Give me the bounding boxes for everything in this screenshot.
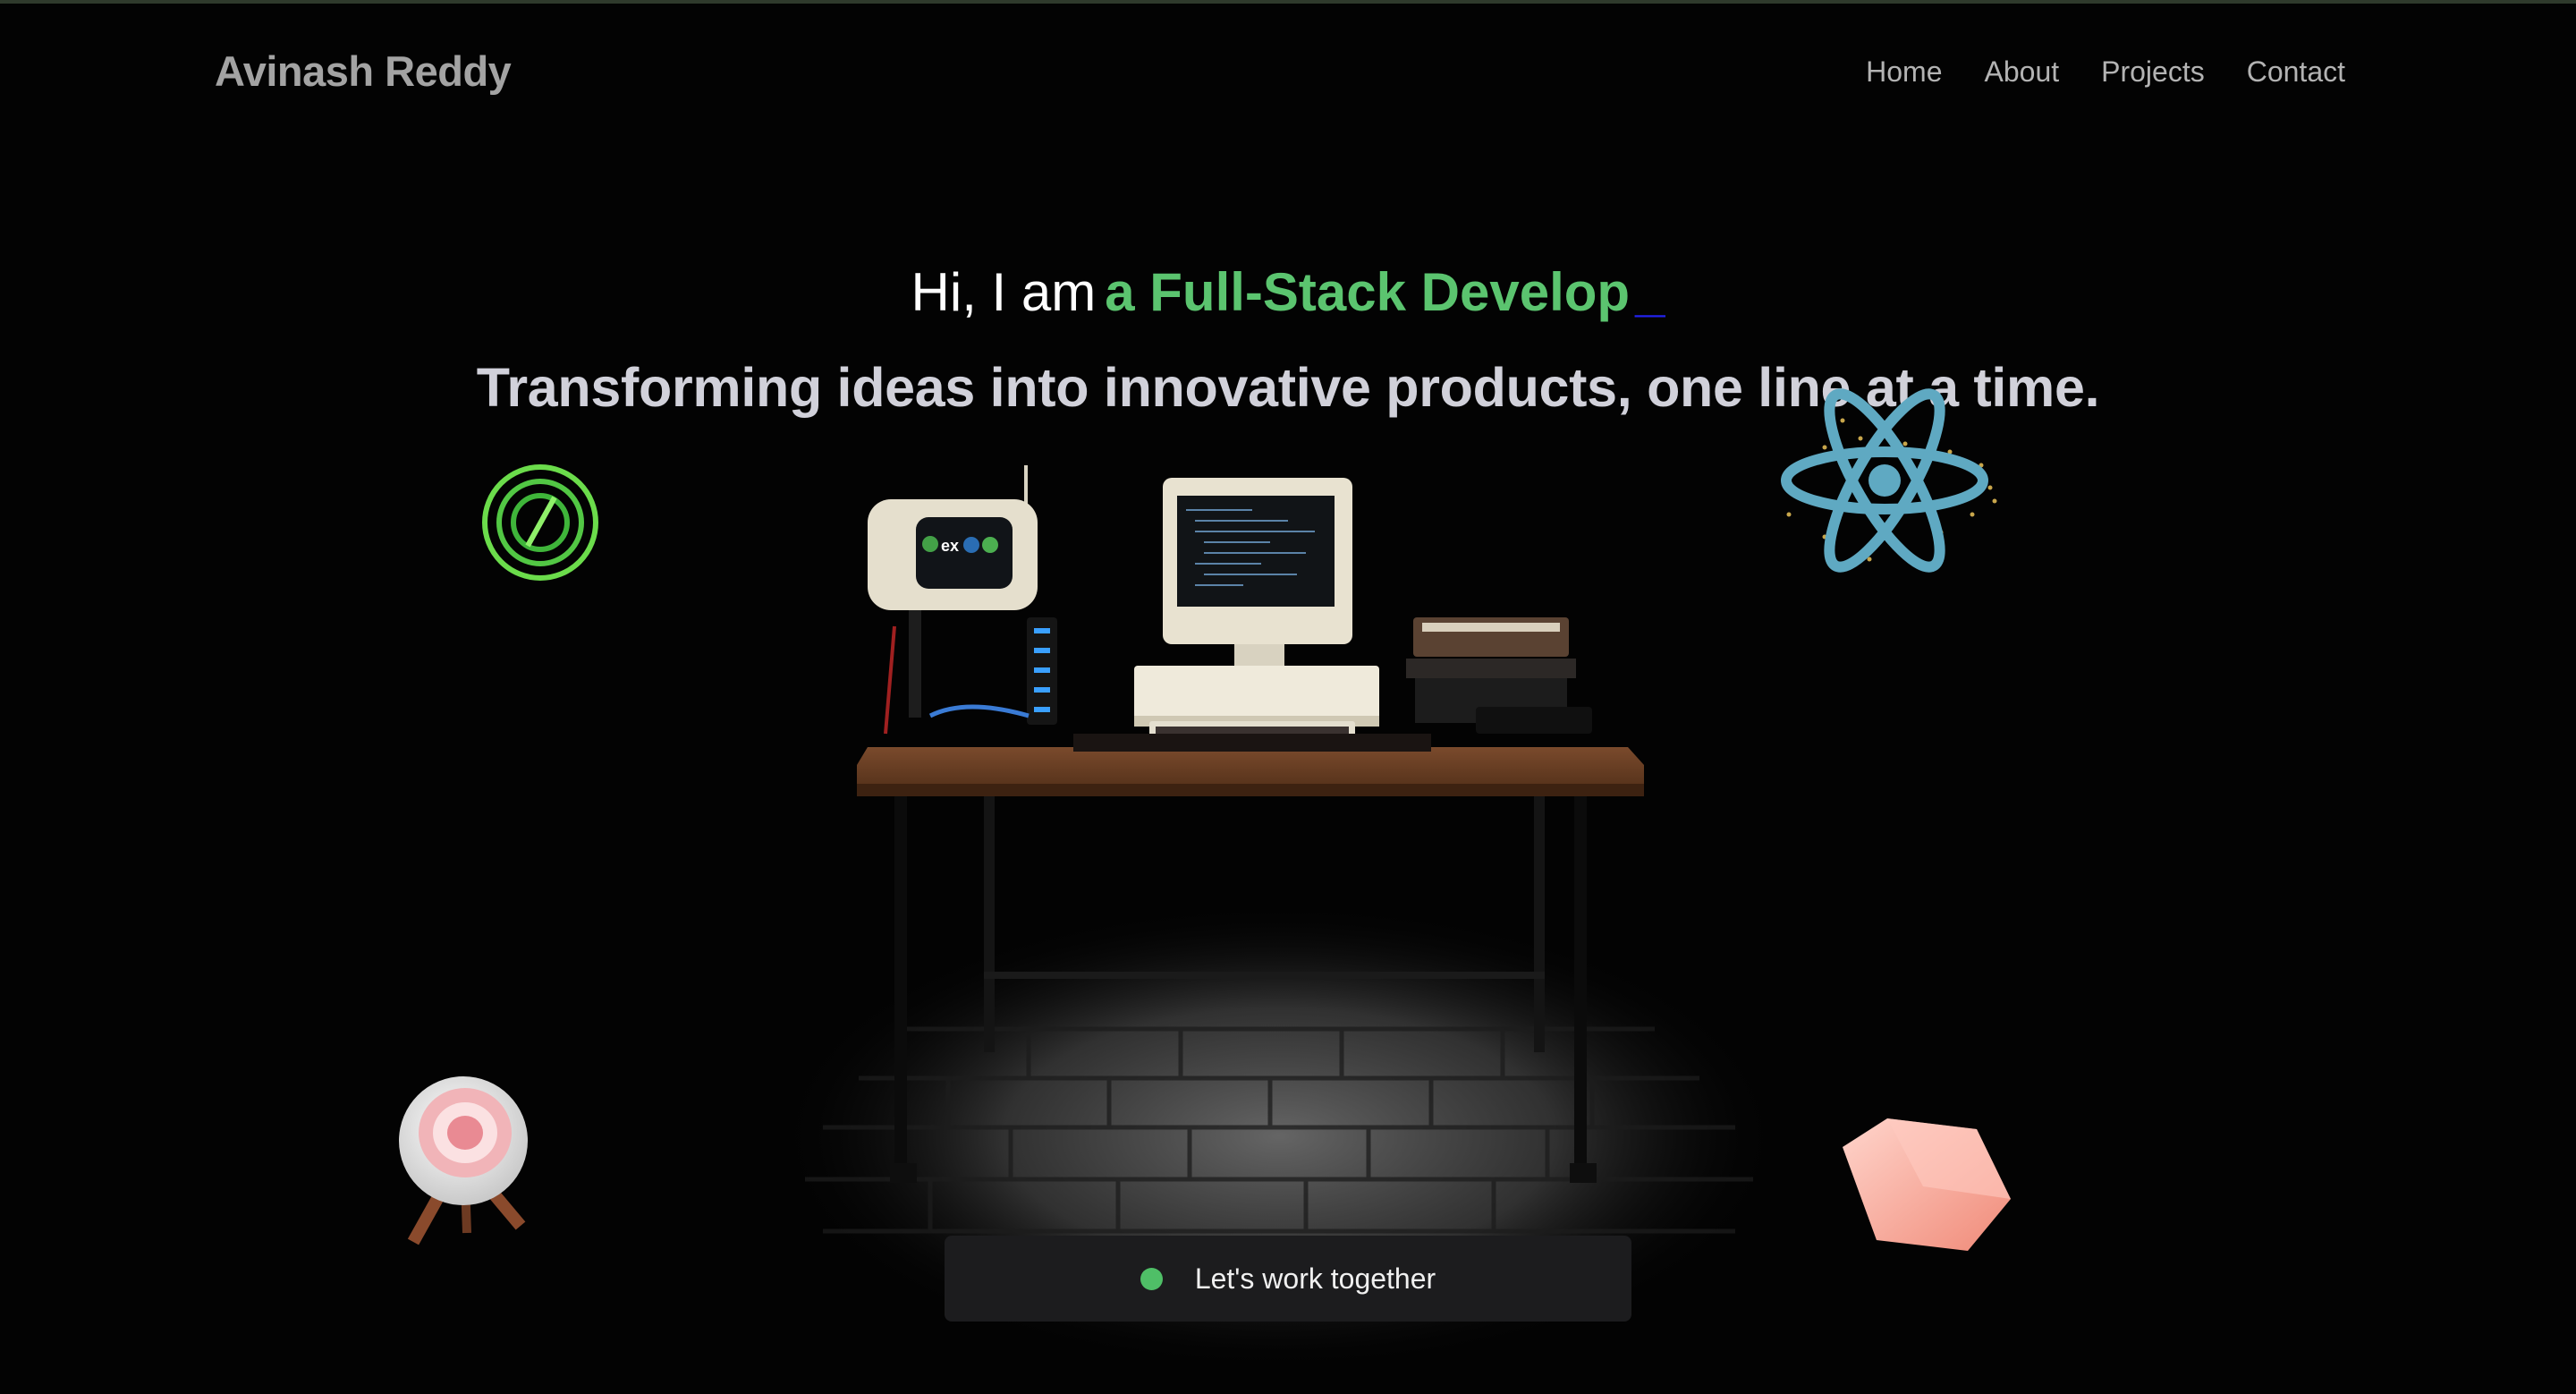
retro-computer <box>1073 478 1431 752</box>
vcr-stack <box>1406 617 1592 734</box>
react-atom-icon[interactable] <box>1781 381 1997 581</box>
power-strip <box>928 617 1057 725</box>
cube-icon[interactable] <box>1843 1118 2011 1251</box>
cta-label: Let's work together <box>1194 1262 1436 1295</box>
hero-3d-scene: ex <box>399 381 2011 1369</box>
radio-device: ex <box>868 465 1038 735</box>
lets-work-together-button[interactable]: Let's work together <box>945 1236 1631 1322</box>
target-icon[interactable] <box>399 1076 528 1245</box>
status-dot-icon <box>1140 1267 1163 1290</box>
compass-rings-icon[interactable] <box>482 464 598 581</box>
radio-screen-text: ex <box>941 537 959 555</box>
